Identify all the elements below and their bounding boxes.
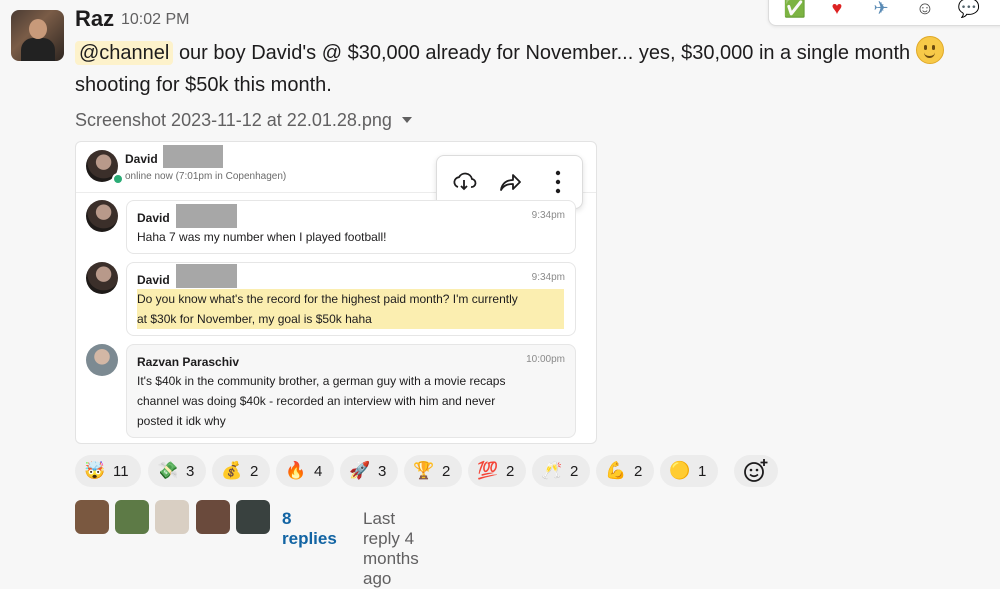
card-time: 10:00pm xyxy=(526,354,565,365)
reaction-pill[interactable]: 🟡 1 xyxy=(660,455,718,487)
shot-header-status: online now (7:01pm in Copenhagen) xyxy=(125,171,287,182)
more-options-icon[interactable] xyxy=(545,170,571,194)
yellow-circle-icon: 🟡 xyxy=(669,461,691,480)
message-line-1: our boy David's @ $30,000 already for No… xyxy=(178,42,911,64)
chevron-down-icon[interactable] xyxy=(401,117,412,123)
message-line-2: shooting for $50k this month. xyxy=(75,74,332,96)
reaction-count: 2 xyxy=(506,463,515,480)
shot-card-avatar xyxy=(86,200,118,232)
author-name[interactable]: Raz xyxy=(75,6,114,32)
exploding-head-icon: 🤯 xyxy=(84,461,106,480)
card-time: 9:34pm xyxy=(531,210,565,221)
card-name: David xyxy=(137,211,170,225)
message-actions-bar: ✅ ♥ ✈ ☺ 💬 xyxy=(768,0,1000,26)
message-timestamp[interactable]: 10:02 PM xyxy=(121,11,189,29)
card-text-line: Do you know what's the record for the hi… xyxy=(137,292,518,306)
shot-header-name: David xyxy=(125,152,158,166)
fire-icon: 🔥 xyxy=(285,461,307,480)
card-text-line: Haha 7 was my number when I played footb… xyxy=(137,230,387,244)
message-text: @channel our boy David's @ $30,000 alrea… xyxy=(75,36,995,101)
reaction-pill[interactable]: 🔥 4 xyxy=(276,455,334,487)
airplane-reaction-icon[interactable]: ✈ xyxy=(869,0,893,20)
card-name: David xyxy=(137,273,170,287)
redaction-block xyxy=(176,264,237,288)
reaction-pill[interactable]: 🚀 3 xyxy=(340,455,398,487)
participant-avatar xyxy=(236,500,270,534)
card-text-line: It's $40k in the community brother, a ge… xyxy=(137,374,506,388)
reaction-pill[interactable]: 💯 2 xyxy=(468,455,526,487)
flexed-biceps-icon: 💪 xyxy=(605,461,627,480)
reaction-count: 3 xyxy=(186,463,195,480)
check-reaction-icon[interactable]: ✅ xyxy=(783,0,807,20)
shot-card-avatar xyxy=(86,262,118,294)
emoji-icon[interactable]: ☺ xyxy=(913,0,937,20)
channel-mention[interactable]: @channel xyxy=(75,41,174,65)
reaction-count: 2 xyxy=(570,463,579,480)
reaction-pill[interactable]: 🥂 2 xyxy=(532,455,590,487)
attachment-image[interactable]: David online now (7:01pm in Copenhagen) … xyxy=(75,141,597,444)
shot-card-avatar xyxy=(86,344,118,376)
trophy-icon: 🏆 xyxy=(413,461,435,480)
card-text-line: posted it idk why xyxy=(137,414,226,428)
redaction-block xyxy=(163,145,223,168)
last-reply-text: Last reply 4 months ago xyxy=(363,509,419,588)
money-wings-icon: 💸 xyxy=(157,461,179,480)
reaction-count: 3 xyxy=(378,463,387,480)
participant-avatar xyxy=(75,500,109,534)
reaction-count: 2 xyxy=(250,463,259,480)
author-avatar[interactable] xyxy=(11,10,64,61)
reaction-pill[interactable]: 🏆 2 xyxy=(404,455,462,487)
highlighted-text: Do you know what's the record for the hi… xyxy=(137,289,564,329)
reaction-pill[interactable]: 💰 2 xyxy=(212,455,270,487)
reaction-pill[interactable]: 💪 2 xyxy=(596,455,654,487)
attachment-filename-text: Screenshot 2023-11-12 at 22.01.28.png xyxy=(75,110,392,130)
attachment-filename[interactable]: Screenshot 2023-11-12 at 22.01.28.png xyxy=(75,110,412,131)
participant-avatar xyxy=(155,500,189,534)
participant-avatar xyxy=(115,500,149,534)
add-emoji-icon xyxy=(744,459,768,482)
money-bag-icon: 💰 xyxy=(221,461,243,480)
hundred-points-icon: 💯 xyxy=(477,461,499,480)
reply-thread-icon[interactable]: 💬 xyxy=(957,0,981,20)
reaction-count: 2 xyxy=(442,463,451,480)
card-text-line: channel was doing $40k - recorded an int… xyxy=(137,394,496,408)
redaction-block xyxy=(176,204,237,228)
shot-message-card: Razvan Paraschiv 10:00pm It's $40k in th… xyxy=(126,344,576,438)
reaction-pill[interactable]: 🤯 11 xyxy=(75,455,141,487)
reaction-pill[interactable]: 💸 3 xyxy=(148,455,206,487)
card-time: 9:34pm xyxy=(531,272,565,283)
reaction-count: 11 xyxy=(113,463,129,480)
reaction-count: 1 xyxy=(698,463,707,480)
card-name: Razvan Paraschiv xyxy=(137,355,240,369)
add-reaction-button[interactable] xyxy=(734,455,778,487)
online-status-icon xyxy=(112,173,124,185)
participant-avatar xyxy=(196,500,230,534)
replies-link[interactable]: 8 replies xyxy=(282,509,337,549)
share-icon[interactable] xyxy=(497,170,523,194)
card-text-line: at $30k for November, my goal is $50k ha… xyxy=(137,312,372,326)
reaction-count: 4 xyxy=(314,463,323,480)
card-text: It's $40k in the community brother, a ge… xyxy=(137,371,505,431)
reaction-count: 2 xyxy=(634,463,643,480)
download-icon[interactable] xyxy=(451,170,477,194)
slightly-smiling-emoji-icon xyxy=(915,36,944,64)
clinking-glasses-icon: 🥂 xyxy=(541,461,563,480)
heart-reaction-icon[interactable]: ♥ xyxy=(825,0,849,20)
rocket-icon: 🚀 xyxy=(349,461,371,480)
